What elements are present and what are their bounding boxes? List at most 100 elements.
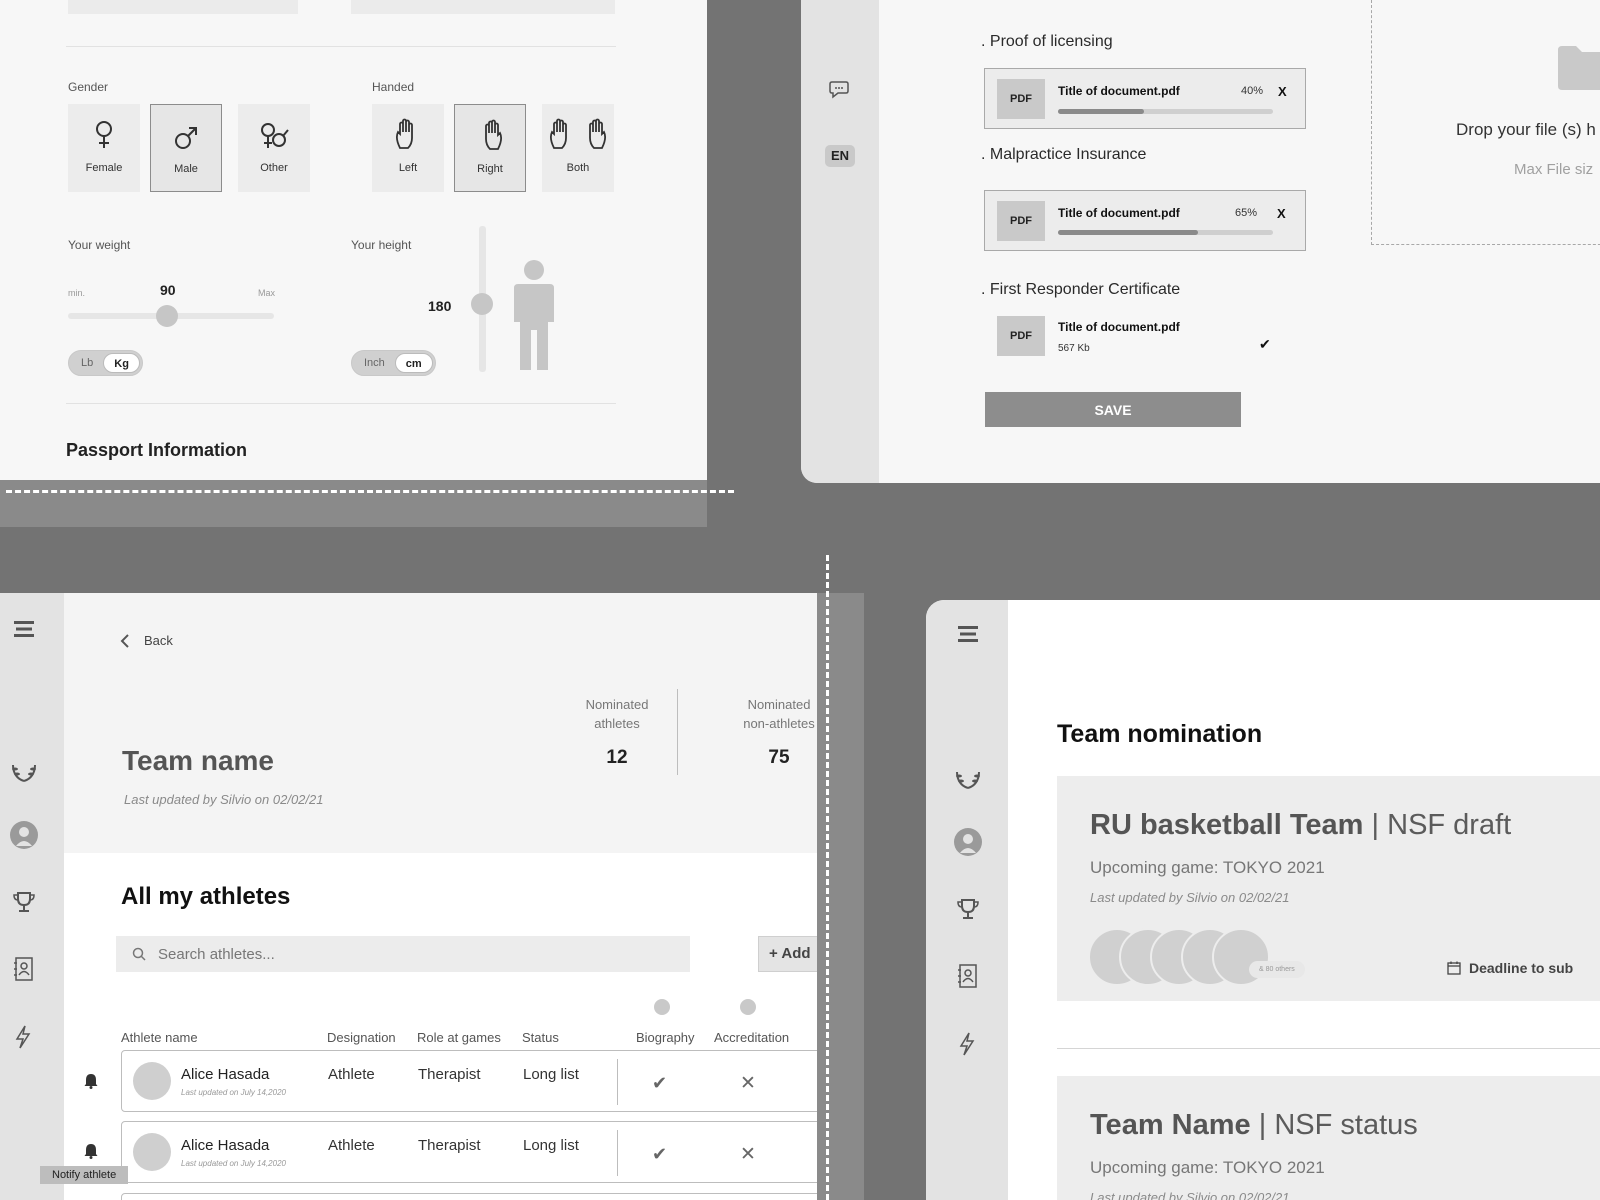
unit-option-kg[interactable]: Kg (103, 353, 140, 373)
left-hand-icon (372, 104, 444, 154)
stat-label: Nominated (585, 697, 649, 712)
right-hand-icon (455, 105, 525, 155)
col-status[interactable]: Status (522, 1030, 559, 1045)
col-biography[interactable]: Biography (636, 1030, 695, 1045)
gender-option-other[interactable]: Other (238, 104, 310, 192)
table-row[interactable] (121, 1193, 864, 1200)
avatar (133, 1133, 171, 1171)
dashed-guide (6, 490, 734, 493)
profile-avatar-icon[interactable] (954, 828, 982, 856)
table-row[interactable]: Alice Hasada Last updated on July 14,202… (121, 1050, 864, 1112)
gender-option-label: Other (260, 162, 288, 174)
card-separator: | (1371, 809, 1380, 841)
document-title: Title of document.pdf (1058, 84, 1180, 98)
remove-file-button[interactable]: X (1277, 206, 1286, 221)
sidebar (926, 600, 1008, 1200)
section-first-responder-certificate: . First Responder Certificate (981, 281, 1181, 298)
stat-label: athletes (594, 716, 640, 731)
lightning-icon[interactable] (15, 1025, 31, 1049)
folder-icon (1556, 44, 1600, 90)
handed-option-both[interactable]: Both (542, 104, 614, 192)
nomination-card[interactable]: RU basketball Team | NSF draft Upcoming … (1057, 776, 1600, 1001)
athlete-search[interactable]: Search athletes... (116, 936, 690, 972)
card-separator: | (1258, 1109, 1267, 1141)
upload-progress-fill (1058, 109, 1144, 114)
card-last-updated: Last updated by Silvio on 02/02/21 (1090, 890, 1290, 905)
athlete-designation: Athlete (328, 1066, 375, 1083)
laurel-icon[interactable] (955, 766, 981, 790)
notify-athlete-tooltip: Notify athlete (40, 1166, 129, 1184)
menu-icon[interactable] (14, 621, 34, 637)
athletes-title: All my athletes (121, 883, 291, 910)
remove-file-button[interactable]: X (1278, 84, 1287, 99)
unit-option-inch[interactable]: Inch (354, 353, 395, 373)
documents-panel: EN . Proof of licensing PDF Title of doc… (801, 0, 1600, 483)
notify-bell-icon[interactable] (84, 1073, 98, 1089)
nomination-card[interactable]: Team Name | NSF status Upcoming game: TO… (1057, 1076, 1600, 1200)
weight-slider-track[interactable] (68, 305, 274, 327)
upload-complete-check-icon: ✔ (1259, 336, 1271, 352)
col-athlete-name[interactable]: Athlete name (121, 1030, 198, 1045)
card-status: NSF status (1274, 1109, 1418, 1141)
table-row[interactable]: Alice Hasada Last updated on July 14,202… (121, 1121, 864, 1183)
lightning-icon[interactable] (959, 1032, 975, 1056)
back-link[interactable]: Back (120, 633, 173, 648)
contacts-book-icon[interactable] (957, 964, 977, 988)
col-role-at-games[interactable]: Role at games (417, 1030, 501, 1045)
accreditation-cross-icon: ✕ (740, 1144, 756, 1165)
athlete-status: Long list (523, 1066, 579, 1083)
card-heading: RU basketball Team | NSF draft (1090, 809, 1511, 842)
divider (66, 46, 616, 47)
person-silhouette-icon (512, 258, 556, 372)
athlete-name: Alice Hasada (181, 1137, 270, 1154)
search-icon (132, 947, 146, 961)
accreditation-cross-icon: ✕ (740, 1073, 756, 1094)
member-avatars: & 80 others (1088, 928, 1308, 990)
menu-icon[interactable] (958, 626, 978, 642)
save-button[interactable]: SAVE (985, 392, 1241, 427)
text-field-1[interactable] (68, 0, 298, 14)
unit-option-lb[interactable]: Lb (71, 353, 103, 373)
team-panel: Back Team name Last updated by Silvio on… (0, 593, 864, 1200)
panel-strip (0, 480, 707, 527)
notify-bell-icon[interactable] (84, 1143, 98, 1159)
profile-form-panel: Gender Female Male Other Handed Left Rig… (0, 0, 707, 480)
gender-option-female[interactable]: Female (68, 104, 140, 192)
height-unit-toggle[interactable]: Inch cm (351, 350, 436, 376)
athlete-designation: Athlete (328, 1137, 375, 1154)
avatar (133, 1062, 171, 1100)
sidebar: EN (801, 0, 879, 483)
section-malpractice-insurance: . Malpractice Insurance (981, 146, 1147, 163)
chevron-left-icon (120, 633, 129, 648)
upload-row: PDF Title of document.pdf 40% X (984, 68, 1306, 129)
trophy-icon[interactable] (956, 898, 980, 920)
profile-avatar-icon[interactable] (10, 821, 38, 849)
team-nomination-panel: Team nomination RU basketball Team | NSF… (926, 600, 1600, 1200)
col-designation[interactable]: Designation (327, 1030, 396, 1045)
language-switcher[interactable]: EN (825, 145, 855, 167)
laurel-icon[interactable] (11, 759, 37, 783)
text-field-2[interactable] (351, 0, 615, 14)
passport-section-title: Passport Information (66, 440, 248, 460)
height-slider-thumb[interactable] (471, 292, 493, 315)
trophy-icon[interactable] (12, 891, 36, 913)
team-header: Back Team name Last updated by Silvio on… (64, 593, 864, 853)
weight-label: Your weight (68, 238, 131, 252)
gender-option-male[interactable]: Male (150, 104, 222, 192)
dropzone-text: Drop your file (s) h (1456, 120, 1596, 139)
handed-option-left[interactable]: Left (372, 104, 444, 192)
handed-option-right[interactable]: Right (454, 104, 526, 192)
unit-option-cm[interactable]: cm (394, 353, 433, 373)
chat-icon[interactable] (829, 80, 851, 100)
weight-slider-thumb[interactable] (156, 305, 179, 327)
height-label: Your height (351, 238, 412, 252)
height-slider-track[interactable] (471, 226, 493, 372)
document-title: Title of document.pdf (1058, 320, 1180, 334)
contacts-book-icon[interactable] (13, 957, 33, 981)
athlete-role: Therapist (418, 1066, 481, 1083)
file-dropzone[interactable]: Drop your file (s) h Max File siz (1371, 0, 1600, 245)
document-title: Title of document.pdf (1058, 206, 1180, 220)
col-accreditation[interactable]: Accreditation (714, 1030, 789, 1045)
weight-unit-toggle[interactable]: Lb Kg (68, 350, 143, 376)
team-name-title: Team name (122, 745, 274, 776)
